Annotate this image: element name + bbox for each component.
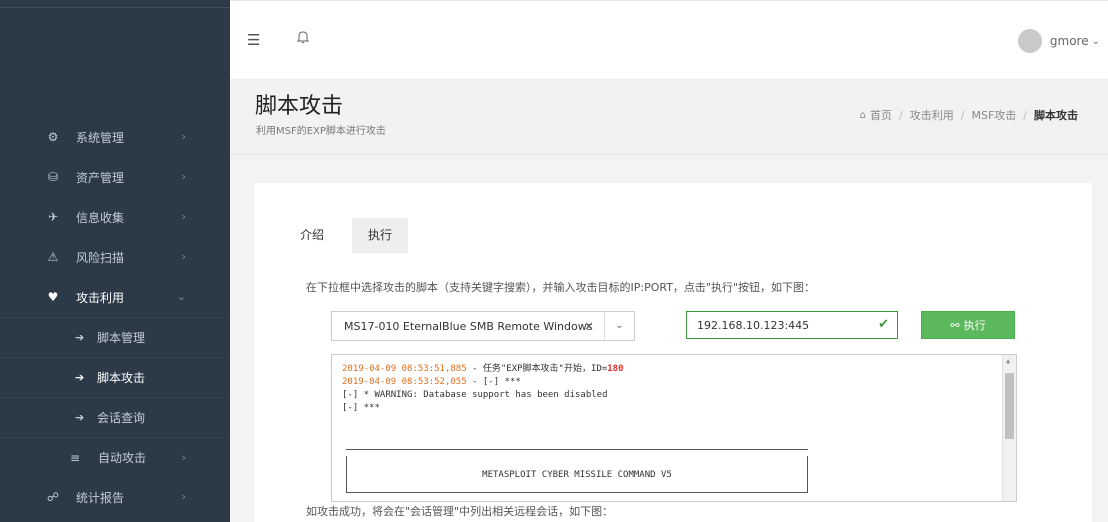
log-lines: 2019-04-09 08:53:51,885 - 任务"EXP脚本攻击"开始，… — [342, 363, 624, 415]
submenu-item-label: 脚本管理 — [97, 331, 146, 345]
chevron-right-icon: › — [181, 130, 186, 143]
chevron-right-icon: › — [181, 210, 186, 223]
sidebar-item-attack[interactable]: ♥ 攻击利用 ⌄ — [0, 277, 230, 317]
scroll-up-icon[interactable]: ▲ — [1006, 357, 1010, 365]
sidebar-item-system[interactable]: ⚙ 系统管理 › — [0, 117, 230, 157]
script-select-value: MS17-010 EternalBlue SMB Remote Windows … — [344, 319, 594, 333]
terminal-output[interactable]: 2019-04-09 08:53:51,885 - 任务"EXP脚本攻击"开始，… — [331, 354, 1017, 502]
sidebar-item-info[interactable]: ✈ 信息收集 › — [0, 197, 230, 237]
breadcrumb-attack[interactable]: 攻击利用 — [910, 107, 954, 123]
sidebar-item-label: 自动攻击 — [98, 451, 147, 465]
instruction-text: 在下拉框中选择攻击的脚本（支持关键字搜索），并输入攻击目标的IP:PORT，点击… — [306, 281, 816, 294]
log-timestamp: 2019-04-09 08:53:52,055 — [342, 377, 467, 387]
user-menu[interactable]: gmore ⌄ — [1017, 29, 1100, 53]
clear-icon[interactable]: × — [584, 319, 594, 333]
page-subtitle: 利用MSF的EXP脚本进行攻击 — [256, 126, 386, 137]
avatar — [1017, 29, 1042, 53]
tab-bar: 介绍 执行 — [284, 218, 409, 253]
sidebar-item-label: 统计报告 — [76, 490, 125, 505]
chevron-right-icon: › — [181, 250, 186, 263]
tab-execute[interactable]: 执行 — [352, 218, 409, 253]
submenu-item-script-attack[interactable]: ➔ 脚本攻击 — [0, 357, 230, 397]
breadcrumb-home[interactable]: 首页 — [870, 107, 892, 123]
script-select[interactable]: MS17-010 EternalBlue SMB Remote Windows … — [331, 311, 635, 341]
chevron-right-icon: › — [181, 451, 186, 464]
chart-icon: ☍ — [46, 490, 60, 504]
sidebar-item-label: 攻击利用 — [76, 290, 125, 305]
tab-intro[interactable]: 介绍 — [284, 218, 340, 253]
execute-button[interactable]: ⚯ 执行 — [921, 311, 1015, 339]
arrow-icon: ➔ — [75, 331, 85, 344]
banner-bottom-border — [346, 492, 808, 493]
sidebar-item-auto-attack[interactable]: ≡ 自动攻击 › — [0, 437, 230, 477]
list-icon: ≡ — [69, 450, 81, 465]
top-navbar: ☰ gmore ⌄ — [230, 0, 1108, 80]
log-text: - [-] *** — [466, 377, 521, 387]
page-header: 脚本攻击 利用MSF的EXP脚本进行攻击 ⌂ 首页 / 攻击利用 / MSF攻击… — [230, 80, 1108, 155]
breadcrumb-separator: / — [899, 108, 903, 122]
sidebar: ⚙ 系统管理 › ⛁ 资产管理 › ✈ 信息收集 › ⚠ 风险扫描 › ♥ 攻击 — [0, 0, 230, 522]
bell-icon[interactable] — [296, 30, 310, 44]
chevron-down-icon: ⌄ — [176, 290, 186, 303]
chevron-right-icon: › — [181, 490, 186, 503]
sidebar-item-label: 资产管理 — [76, 170, 125, 185]
result-hint-text: 如攻击成功，将会在"会话管理"中列出相关远程会话，如下图： — [306, 505, 614, 518]
scrollbar-thumb[interactable] — [1005, 373, 1014, 439]
gear-icon: ⚙ — [47, 130, 59, 144]
check-icon: ✔ — [878, 317, 889, 332]
sidebar-item-report[interactable]: ☍ 统计报告 › — [0, 477, 230, 517]
chevron-down-icon: ⌄ — [1091, 35, 1100, 47]
chevron-down-icon[interactable]: ⌄ — [604, 312, 634, 340]
sidebar-item-scan[interactable]: ⚠ 风险扫描 › — [0, 237, 230, 277]
app-window: ⚙ 系统管理 › ⛁ 资产管理 › ✈ 信息收集 › ⚠ 风险扫描 › ♥ 攻击 — [0, 0, 1108, 522]
arrow-icon: ➔ — [75, 411, 85, 424]
warning-icon: ⚠ — [47, 250, 59, 264]
submenu-item-script-manage[interactable]: ➔ 脚本管理 — [0, 317, 230, 357]
log-text: [-] *** — [342, 403, 380, 413]
user-name: gmore — [1049, 34, 1089, 48]
target-input[interactable]: 192.168.10.123:445 ✔ — [686, 311, 898, 339]
sidebar-menu: ⚙ 系统管理 › ⛁ 资产管理 › ✈ 信息收集 › ⚠ 风险扫描 › ♥ 攻击 — [0, 117, 230, 517]
breadcrumb-separator: / — [960, 108, 965, 122]
ascii-banner: METASPLOIT CYBER MISSILE COMMAND V5 — [346, 449, 808, 495]
link-icon: ⚯ — [950, 318, 960, 332]
banner-text: METASPLOIT CYBER MISSILE COMMAND V5 — [482, 470, 672, 480]
target-input-value: 192.168.10.123:445 — [697, 318, 810, 332]
log-warning: [-] * WARNING: Database support has been… — [342, 390, 608, 400]
sidebar-item-label: 信息收集 — [76, 210, 125, 225]
breadcrumb-current: 脚本攻击 — [1034, 109, 1078, 122]
heart-icon: ♥ — [47, 290, 59, 304]
home-icon: ⌂ — [859, 109, 867, 121]
database-icon: ⛁ — [47, 170, 59, 184]
log-text: - 任务"EXP脚本攻击"开始，ID= — [466, 364, 608, 374]
submenu-item-label: 脚本攻击 — [97, 371, 146, 385]
task-id: 180 — [607, 364, 624, 374]
log-timestamp: 2019-04-09 08:53:51,885 — [342, 364, 467, 374]
sidebar-item-label: 风险扫描 — [76, 250, 125, 265]
submenu-item-label: 会话查询 — [97, 411, 146, 425]
breadcrumb: ⌂ 首页 / 攻击利用 / MSF攻击 / 脚本攻击 — [860, 107, 1078, 123]
execute-button-label: 执行 — [963, 319, 986, 332]
sidebar-item-assets[interactable]: ⛁ 资产管理 › — [0, 157, 230, 197]
send-icon: ✈ — [47, 210, 59, 224]
breadcrumb-separator: / — [1023, 108, 1027, 122]
arrow-icon: ➔ — [75, 371, 85, 384]
page-title: 脚本攻击 — [255, 94, 344, 119]
breadcrumb-msf[interactable]: MSF攻击 — [971, 107, 1016, 123]
terminal-scrollbar[interactable]: ▲ — [1002, 355, 1016, 501]
hamburger-icon[interactable]: ☰ — [247, 31, 260, 49]
sidebar-item-label: 系统管理 — [76, 130, 125, 145]
submenu-item-session-query[interactable]: ➔ 会话查询 — [0, 397, 230, 437]
sidebar-divider — [0, 7, 230, 8]
chevron-right-icon: › — [181, 170, 186, 183]
